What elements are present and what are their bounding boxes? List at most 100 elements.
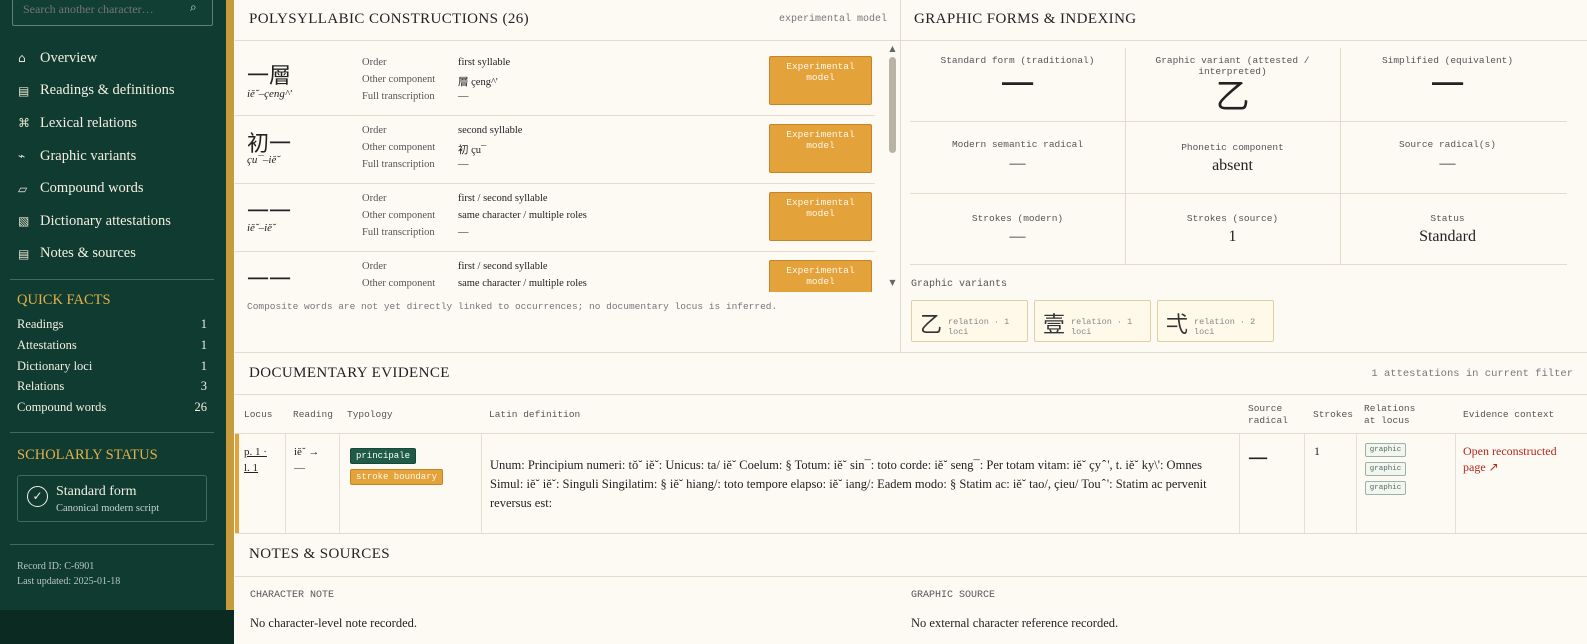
evidence-title: DOCUMENTARY EVIDENCE — [249, 365, 450, 381]
divider — [235, 576, 1587, 577]
last-updated: Last updated: 2025-01-18 — [17, 576, 121, 587]
open-reconstructed-page-link[interactable]: Open reconstructed page ↗ — [1463, 443, 1581, 475]
variant-glyph: 壹 — [1043, 313, 1066, 338]
variant-relation: relation · 1 loci — [1071, 317, 1133, 337]
simplified-cell: Simplified (equivalent) 一 — [1340, 55, 1555, 106]
experimental-model-button[interactable]: Experimental model — [769, 124, 872, 173]
sidebar-item-graphic-variants[interactable]: ⌁ Graphic variants — [0, 140, 226, 173]
quick-fact-row: Readings 1 — [17, 317, 207, 338]
strokes-source-cell: Strokes (source) 1 — [1125, 213, 1340, 246]
sidebar-item-compound-words[interactable]: ▱ Compound words — [0, 172, 226, 205]
search-input[interactable] — [23, 0, 183, 19]
cell-value: Standard — [1419, 228, 1476, 245]
full-transcription-label: Full transcription — [362, 227, 435, 238]
other-component-label: Other component — [362, 210, 436, 221]
full-transcription-label: Full transcription — [362, 91, 435, 102]
sidebar-item-dictionary-attestations[interactable]: ▧ Dictionary attestations — [0, 205, 226, 238]
reading-arrow-target: — — [294, 462, 305, 474]
polysyllabic-panel: POLYSYLLABIC CONSTRUCTIONS (26) experime… — [235, 0, 901, 352]
cell-label: Status — [1430, 213, 1465, 224]
variant-chip[interactable]: 乙 relation · 1 loci — [911, 300, 1028, 342]
relation-tag[interactable]: graphic — [1365, 443, 1406, 457]
latin-definition: Unum: Principium numeri: tŏ˘ iĕ˘: Unicus… — [490, 458, 1207, 510]
cell-value: 一 — [1000, 66, 1035, 106]
sidebar-item-lexical-relations[interactable]: ⌘ Lexical relations — [0, 107, 226, 140]
relation-tag[interactable]: graphic — [1365, 481, 1406, 495]
scroll-down-icon[interactable]: ▼ — [226, 598, 234, 608]
quick-fact-label: Compound words — [17, 400, 107, 415]
sidebar-item-readings[interactable]: ▤ Readings & definitions — [0, 75, 226, 108]
command-icon: ⌘ — [18, 116, 30, 131]
check-icon: ✓ — [27, 486, 48, 507]
col-reading: Reading — [293, 409, 333, 420]
tag-principale: principale — [350, 448, 417, 464]
experimental-model-button[interactable]: Experimental model — [769, 260, 872, 292]
graphic-source-label: GRAPHIC SOURCE — [911, 590, 996, 601]
compound-romanization: iĕ˘–iĕ˘ — [247, 222, 276, 234]
cell-value: 乙 — [1215, 77, 1250, 117]
sidebar-item-label: Lexical relations — [40, 114, 138, 131]
col-latin: Latin definition — [489, 409, 581, 420]
status-sub: Canonical modern script — [56, 503, 160, 514]
compound-hanzi: 一層 — [247, 64, 292, 89]
graphic-variant-cell: Graphic variant (attested / interpreted)… — [1125, 55, 1340, 117]
quick-fact-value: 3 — [200, 379, 207, 394]
sidebar-item-notes-sources[interactable]: ▤ Notes & sources — [0, 238, 226, 271]
sidebar-item-label: Overview — [40, 49, 98, 66]
quick-fact-row: Dictionary loci 1 — [17, 359, 207, 380]
cell-label: Source radical(s) — [1399, 139, 1496, 150]
variant-chip[interactable]: 弌 relation · 2 loci — [1157, 300, 1274, 342]
divider — [235, 394, 1587, 395]
cell-value: 1 — [1228, 228, 1237, 245]
sidebar-item-label: Readings & definitions — [40, 82, 175, 99]
experimental-model-button[interactable]: Experimental model — [769, 192, 872, 241]
sidebar-item-label: Dictionary attestations — [40, 212, 171, 229]
scroll-down-icon[interactable]: ▼ — [888, 278, 897, 287]
divider — [10, 432, 214, 433]
full-transcription-value: — — [458, 227, 469, 238]
compound-row: 一層 iĕ˘–çeng^' Order first syllable Other… — [235, 48, 875, 116]
variant-chip[interactable]: 壹 relation · 1 loci — [1034, 300, 1151, 342]
compound-row: 初一 çu¯–iĕ˘ Order second syllable Other c… — [235, 116, 875, 184]
scroll-up-icon[interactable]: ▲ — [888, 44, 897, 53]
sidebar-footer-bar — [0, 610, 234, 644]
quick-fact-row: Compound words 26 — [17, 400, 207, 421]
divider — [285, 434, 286, 533]
reading-cell: iĕ˘ → — — [294, 444, 319, 476]
order-value: first syllable — [458, 57, 511, 68]
full-transcription-label: Full transcription — [362, 159, 435, 170]
notes-sources-panel: NOTES & SOURCES CHARACTER NOTE No charac… — [235, 534, 1587, 644]
quick-fact-label: Readings — [17, 317, 64, 331]
relation-tag[interactable]: graphic — [1365, 462, 1406, 476]
record-id: Record ID: C-6901 — [17, 561, 95, 572]
col-relations: Relations at locus — [1364, 403, 1416, 426]
experimental-model-tag: experimental model — [778, 14, 887, 25]
sidebar-item-overview[interactable]: ⌂ Overview — [0, 42, 226, 75]
divider — [910, 193, 1567, 194]
scroll-thumb[interactable] — [889, 57, 896, 153]
quick-fact-row: Attestations 1 — [17, 338, 207, 359]
order-value: second syllable — [458, 125, 523, 136]
order-value: first / second syllable — [458, 193, 548, 204]
quick-fact-value: 26 — [194, 400, 208, 415]
parallelogram-icon: ▱ — [18, 181, 28, 196]
poly-scrollbar[interactable]: ▲ ▼ — [888, 44, 897, 290]
tag-stroke-boundary: stroke boundary — [350, 469, 444, 485]
divider — [10, 544, 214, 545]
locus-link[interactable]: p. 1 · l. 1 — [244, 444, 267, 476]
sidebar-nav: ⌂ Overview ▤ Readings & definitions ⌘ Lexic… — [0, 42, 226, 270]
experimental-model-button[interactable]: Experimental model — [769, 56, 872, 105]
other-component-value: same character / multiple roles — [458, 278, 587, 289]
order-label: Order — [362, 261, 387, 272]
cell-value: 一 — [1430, 66, 1465, 106]
variant-glyph: 乙 — [920, 313, 943, 338]
full-transcription-value: — — [458, 91, 469, 102]
typology-cell: stroke boundary — [350, 466, 444, 485]
divider — [1239, 434, 1240, 533]
divider — [10, 279, 214, 280]
book-icon: ▧ — [18, 214, 30, 229]
poly-footnote: Composite words are not yet directly lin… — [247, 301, 778, 312]
search-icon[interactable]: ⌕ — [190, 0, 204, 14]
other-component-label: Other component — [362, 142, 436, 153]
sidebar-scrollbar[interactable] — [226, 0, 234, 610]
